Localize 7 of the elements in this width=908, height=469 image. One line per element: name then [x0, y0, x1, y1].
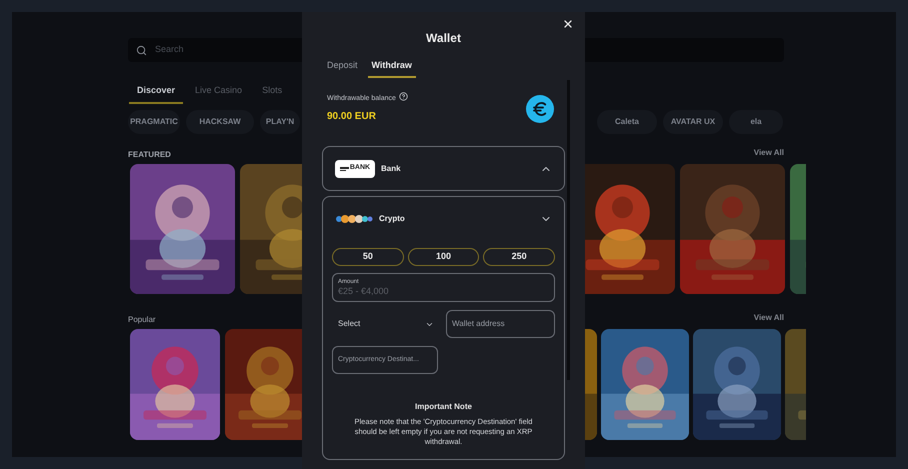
section-title: FEATURED [128, 150, 171, 158]
payment-method-name: Crypto [379, 212, 405, 224]
payment-method-name: Bank [381, 162, 401, 174]
note-title: Important Note [414, 401, 473, 413]
modal-title: Wallet [426, 30, 461, 47]
balance-amount: 90.00 EUR [327, 110, 377, 124]
section-title: Popular [128, 314, 156, 324]
